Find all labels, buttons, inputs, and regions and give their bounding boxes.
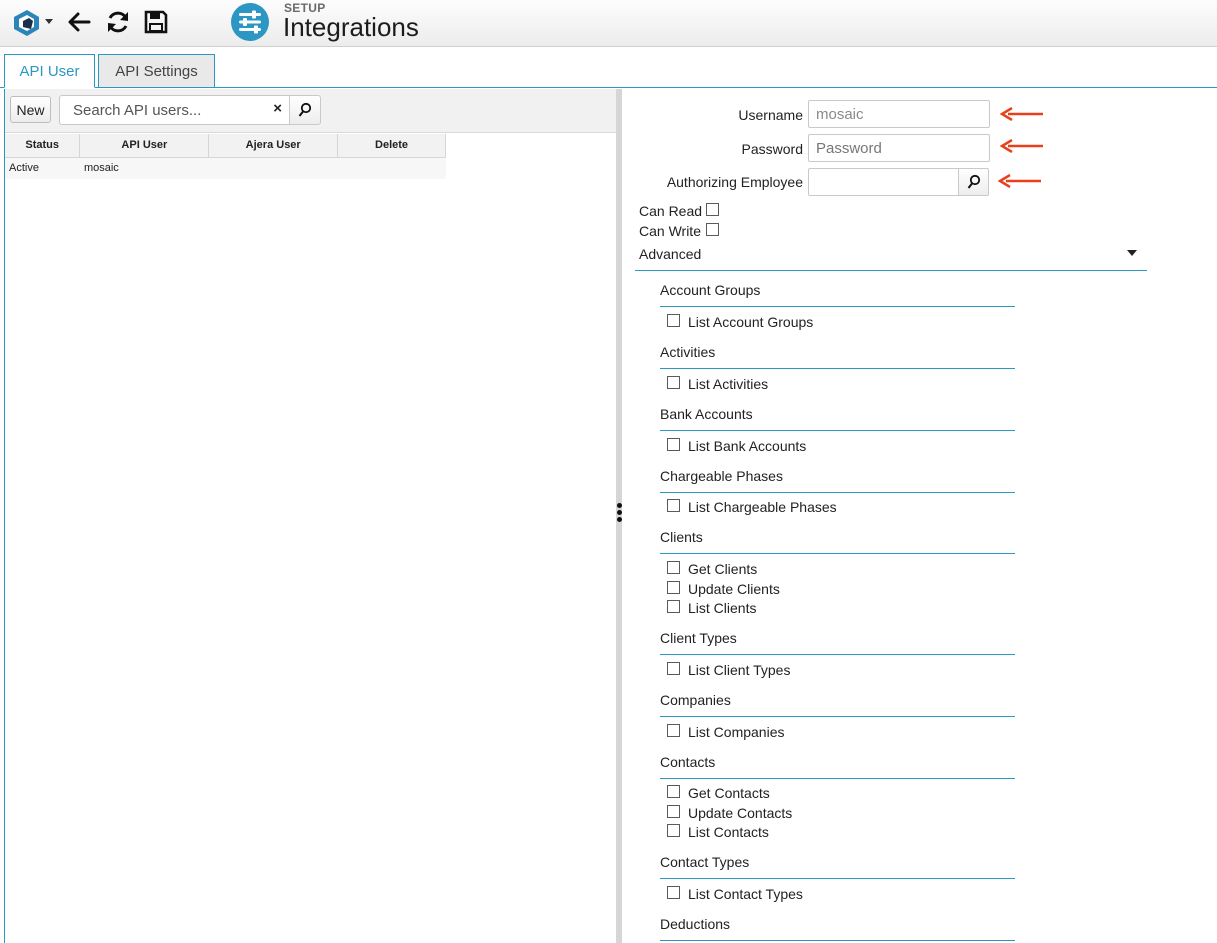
permission-label: Update Clients [688,581,780,597]
settings-sliders-icon [231,3,269,41]
column-header-ajera-user[interactable]: Ajera User [208,134,339,158]
back-arrow-icon [68,12,91,32]
permission-group-title: Contacts [660,752,1015,779]
permission-label: List Clients [688,600,757,616]
employee-lookup-button[interactable] [958,168,989,196]
username-label: Username [738,107,803,123]
column-header-delete[interactable]: Delete [337,134,446,158]
annotation-arrow-icon [1000,139,1043,153]
can-write-label: Can Write [639,223,701,239]
column-header-status[interactable]: Status [5,134,81,158]
top-toolbar: SETUP Integrations [0,0,1217,47]
advanced-label: Advanced [639,246,702,262]
permission-label: List Chargeable Phases [688,499,837,515]
password-field[interactable] [808,134,990,162]
tab-api-settings[interactable]: API Settings [98,54,215,88]
save-button[interactable] [140,6,172,38]
permission-label: List Bank Accounts [688,438,807,454]
api-user-table: Status API User Ajera User Delete Active… [5,134,446,179]
authorizing-employee-field[interactable] [808,168,959,196]
splitter-grip-icon[interactable] [617,503,622,524]
permission-group-title: Account Groups [660,280,1015,307]
permission-label: List Account Groups [688,314,814,330]
app-logo-icon [14,10,53,36]
permission-checkbox[interactable] [667,824,680,837]
permission-label: List Contacts [688,824,769,840]
permission-label: List Client Types [688,662,791,678]
tab-api-user[interactable]: API User [4,54,95,88]
permission-label: Get Clients [688,561,758,577]
back-button[interactable] [64,6,94,38]
row-ajera-user [208,157,338,179]
permission-checkbox[interactable] [667,724,680,737]
permission-checkbox[interactable] [667,785,680,798]
permission-checkbox[interactable] [667,805,680,818]
refresh-icon [108,11,128,33]
caret-down-icon [1127,250,1137,256]
row-api-user: mosaic [79,157,209,179]
can-read-label: Can Read [639,203,703,219]
permission-group-title: Deductions [660,914,1015,941]
authorizing-employee-label: Authorizing Employee [666,174,803,190]
table-header-row: Status API User Ajera User Delete [5,134,446,158]
can-read-checkbox[interactable] [706,203,719,216]
table-row[interactable]: Active mosaic [5,157,446,179]
annotation-arrow-icon [998,174,1041,188]
permission-checkbox[interactable] [667,561,680,574]
permission-label: Get Contacts [688,785,770,801]
permission-group-title: Bank Accounts [660,404,1015,431]
permission-checkbox[interactable] [667,886,680,899]
username-field[interactable] [808,100,990,128]
permission-checkbox[interactable] [667,662,680,675]
can-write-checkbox[interactable] [706,223,719,236]
permission-checkbox[interactable] [667,499,680,512]
permission-group-title: Activities [660,342,1015,369]
permission-label: Update Contacts [688,805,793,821]
search-icon [298,102,312,117]
permission-group-title: Clients [660,527,1015,554]
search-input[interactable] [60,96,260,124]
permission-group-title: Contact Types [660,852,1015,879]
permission-checkbox[interactable] [667,376,680,389]
api-user-list-pane: New × Status API User Ajera User Delete … [4,89,616,943]
permission-checkbox[interactable] [667,314,680,327]
permission-group-title: Companies [660,690,1015,717]
save-icon [144,10,168,34]
permission-label: List Contact Types [688,886,803,902]
refresh-button[interactable] [102,6,134,38]
search-icon [967,174,980,189]
search-box: × [59,95,290,125]
app-menu-button[interactable] [8,6,56,38]
page-title: Integrations [283,12,419,42]
permission-checkbox[interactable] [667,600,680,613]
search-button[interactable] [289,95,321,125]
row-delete[interactable] [337,157,446,179]
row-status: Active [5,157,80,179]
permission-label: List Companies [688,724,785,740]
password-label: Password [741,141,803,157]
list-toolbar: New × [5,89,616,133]
annotation-arrow-icon [1000,107,1043,121]
permission-group-title: Client Types [660,628,1015,655]
advanced-section-toggle[interactable]: Advanced [635,242,1147,271]
tab-bar: API User API Settings [0,48,1217,88]
permission-checkbox[interactable] [667,438,680,451]
clear-search-icon[interactable]: × [273,100,282,117]
permission-group-title: Chargeable Phases [660,466,1015,493]
permission-label: List Activities [688,376,769,392]
permission-checkbox[interactable] [667,581,680,594]
new-button[interactable]: New [10,96,51,123]
column-header-api-user[interactable]: API User [79,134,210,158]
